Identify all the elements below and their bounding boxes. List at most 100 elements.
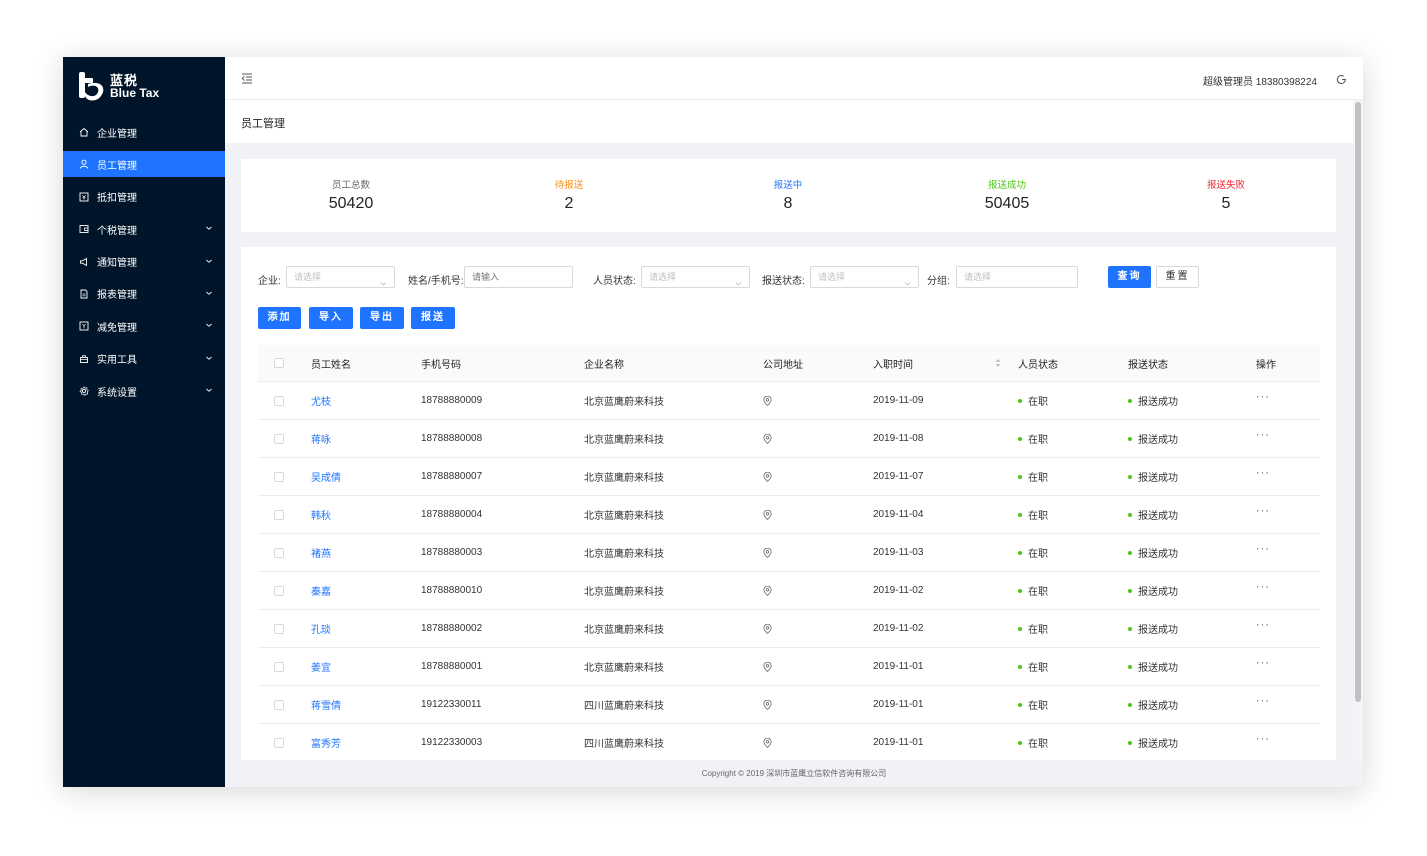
- ellipsis-icon[interactable]: ···: [1256, 467, 1270, 485]
- row-checkbox[interactable]: [274, 496, 284, 533]
- page-header: 员工管理: [225, 100, 1353, 143]
- scrollbar-thumb[interactable]: [1355, 102, 1361, 702]
- sidebar-item-reduction[interactable]: 减免管理: [63, 313, 225, 339]
- more-actions-button[interactable]: ···: [1256, 534, 1270, 571]
- status-dot-icon: [1018, 626, 1022, 631]
- person-status-text: 在职: [1028, 739, 1048, 750]
- status-dot-icon: [1128, 740, 1132, 745]
- report-status-cell: 报送成功: [1128, 648, 1178, 685]
- table-row[interactable]: 韩秋 18788880004 北京蓝鹰蔚来科技 2019-11-04 在职 报送成功 ···: [258, 496, 1320, 534]
- user-account-label[interactable]: 超级管理员 18380398224: [1203, 73, 1317, 88]
- table-row[interactable]: 蒋咏 18788880008 北京蓝鹰蔚来科技 2019-11-08 在职 报送成功 ···: [258, 420, 1320, 458]
- row-checkbox[interactable]: [274, 458, 284, 495]
- sidebar-item-deduction[interactable]: 抵扣管理: [63, 184, 225, 210]
- ellipsis-icon[interactable]: ···: [1256, 543, 1270, 561]
- column-header-address: 公司地址: [763, 359, 803, 371]
- location-pin-icon[interactable]: [763, 724, 772, 761]
- more-actions-button[interactable]: ···: [1256, 648, 1270, 685]
- export-button[interactable]: 导出: [360, 307, 404, 329]
- ellipsis-icon[interactable]: ···: [1256, 429, 1270, 447]
- ellipsis-icon[interactable]: ···: [1256, 619, 1270, 637]
- row-checkbox[interactable]: [274, 724, 284, 761]
- sidebar-item-tools[interactable]: 实用工具: [63, 346, 225, 372]
- row-checkbox[interactable]: [274, 534, 284, 571]
- name-phone-input[interactable]: [464, 266, 573, 288]
- table-row[interactable]: 尤枝 18788880009 北京蓝鹰蔚来科技 2019-11-09 在职 报送成功 ···: [258, 382, 1320, 420]
- sidebar-item-tax[interactable]: 个税管理: [63, 216, 225, 242]
- column-header-hire-date[interactable]: 入职时间: [873, 345, 913, 381]
- select-all-checkbox[interactable]: [274, 345, 284, 381]
- brand-logo[interactable]: 蓝税 Blue Tax: [79, 71, 159, 103]
- location-pin-icon[interactable]: [763, 572, 772, 609]
- sort-icon[interactable]: [995, 345, 1001, 381]
- logout-icon[interactable]: [1336, 72, 1347, 85]
- employee-name-link[interactable]: 秦嘉: [311, 572, 331, 609]
- location-pin-icon[interactable]: [763, 686, 772, 723]
- table-row[interactable]: 秦嘉 18788880010 北京蓝鹰蔚来科技 2019-11-02 在职 报送成功 ···: [258, 572, 1320, 610]
- more-actions-button[interactable]: ···: [1256, 724, 1270, 761]
- location-pin-icon[interactable]: [763, 610, 772, 647]
- person-status-cell: 在职: [1018, 610, 1048, 647]
- employee-name-link[interactable]: 姜宜: [311, 648, 331, 685]
- sidebar-item-company[interactable]: 企业管理: [63, 119, 225, 145]
- table-row[interactable]: 姜宜 18788880001 北京蓝鹰蔚来科技 2019-11-01 在职 报送成功 ···: [258, 648, 1320, 686]
- ellipsis-icon[interactable]: ···: [1256, 657, 1270, 675]
- report-button[interactable]: 报送: [411, 307, 455, 329]
- reset-button[interactable]: 重置: [1156, 266, 1199, 288]
- employee-name-link[interactable]: 韩秋: [311, 496, 331, 533]
- sidebar-item-report[interactable]: 报表管理: [63, 281, 225, 307]
- row-checkbox[interactable]: [274, 572, 284, 609]
- vertical-scrollbar[interactable]: [1353, 100, 1363, 760]
- sidebar-item-label: 个税管理: [97, 225, 137, 237]
- person-status-cell: 在职: [1018, 458, 1048, 495]
- report-status-select[interactable]: 请选择: [810, 266, 919, 288]
- employee-name-link[interactable]: 尤枝: [311, 382, 331, 419]
- add-button[interactable]: 添加: [258, 307, 301, 329]
- column-header-company: 企业名称: [584, 359, 624, 371]
- row-checkbox[interactable]: [274, 382, 284, 419]
- employee-name-link[interactable]: 孔琰: [311, 610, 331, 647]
- more-actions-button[interactable]: ···: [1256, 686, 1270, 723]
- table-row[interactable]: 蒋雪倩 19122330011 四川蓝鹰蔚来科技 2019-11-01 在职 报送成功 ··…: [258, 686, 1320, 724]
- company-select[interactable]: 请选择: [286, 266, 395, 288]
- employee-name-link[interactable]: 蒋咏: [311, 420, 331, 457]
- employee-name-link[interactable]: 吴成倩: [311, 458, 341, 495]
- person-status-select[interactable]: 请选择: [641, 266, 750, 288]
- row-checkbox[interactable]: [274, 686, 284, 723]
- ellipsis-icon[interactable]: ···: [1256, 581, 1270, 599]
- row-checkbox[interactable]: [274, 610, 284, 647]
- location-pin-icon[interactable]: [763, 496, 772, 533]
- location-pin-icon[interactable]: [763, 534, 772, 571]
- more-actions-button[interactable]: ···: [1256, 610, 1270, 647]
- ellipsis-icon[interactable]: ···: [1256, 391, 1270, 409]
- phone-cell: 18788880010: [421, 585, 483, 596]
- location-pin-icon[interactable]: [763, 458, 772, 495]
- table-row[interactable]: 吴成倩 18788880007 北京蓝鹰蔚来科技 2019-11-07 在职 报送成功 ··…: [258, 458, 1320, 496]
- table-row[interactable]: 孔琰 18788880002 北京蓝鹰蔚来科技 2019-11-02 在职 报送成功 ···: [258, 610, 1320, 648]
- more-actions-button[interactable]: ···: [1256, 572, 1270, 609]
- more-actions-button[interactable]: ···: [1256, 420, 1270, 457]
- ellipsis-icon[interactable]: ···: [1256, 695, 1270, 713]
- table-row[interactable]: 褚燕 18788880003 北京蓝鹰蔚来科技 2019-11-03 在职 报送成功 ···: [258, 534, 1320, 572]
- table-row[interactable]: 富秀芳 19122330003 四川蓝鹰蔚来科技 2019-11-01 在职 报送成功 ··…: [258, 724, 1320, 762]
- ellipsis-icon[interactable]: ···: [1256, 505, 1270, 523]
- location-pin-icon[interactable]: [763, 648, 772, 685]
- more-actions-button[interactable]: ···: [1256, 382, 1270, 419]
- location-pin-icon[interactable]: [763, 420, 772, 457]
- sidebar-item-employee[interactable]: 员工管理: [63, 151, 225, 178]
- ellipsis-icon[interactable]: ···: [1256, 733, 1270, 751]
- group-select[interactable]: 请选择: [956, 266, 1078, 288]
- employee-name-link[interactable]: 褚燕: [311, 534, 331, 571]
- row-checkbox[interactable]: [274, 420, 284, 457]
- import-button[interactable]: 导入: [309, 307, 353, 329]
- sidebar-item-settings[interactable]: 系统设置: [63, 378, 225, 404]
- row-checkbox[interactable]: [274, 648, 284, 685]
- employee-name-link[interactable]: 富秀芳: [311, 724, 341, 761]
- location-pin-icon[interactable]: [763, 382, 772, 419]
- menu-fold-icon[interactable]: [241, 71, 253, 84]
- more-actions-button[interactable]: ···: [1256, 458, 1270, 495]
- sidebar-item-notice[interactable]: 通知管理: [63, 249, 225, 275]
- employee-name-link[interactable]: 蒋雪倩: [311, 686, 341, 723]
- query-button[interactable]: 查询: [1108, 266, 1151, 288]
- more-actions-button[interactable]: ···: [1256, 496, 1270, 533]
